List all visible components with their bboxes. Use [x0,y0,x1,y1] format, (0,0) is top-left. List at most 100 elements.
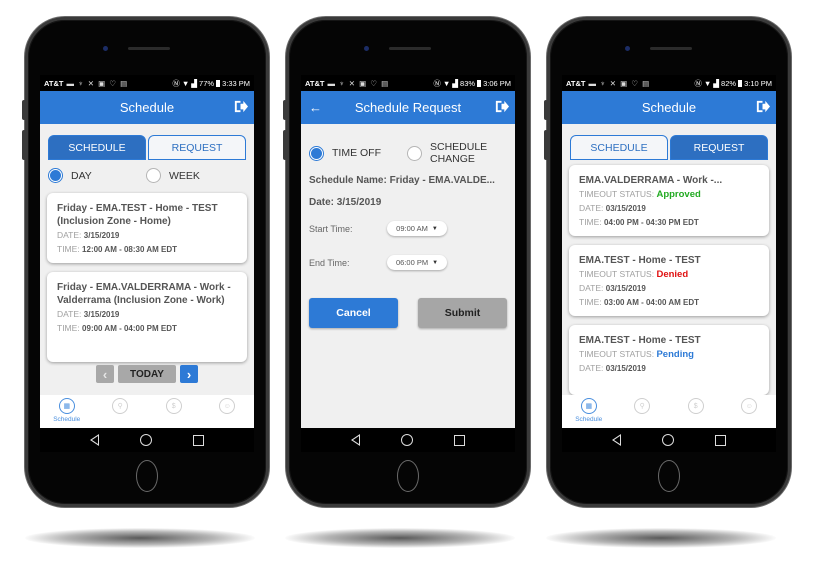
date-value: 3/15/2019 [83,231,120,240]
system-nav [301,428,515,452]
page-title: Schedule [119,100,175,115]
date-label: DATE: [579,363,604,373]
back-nav-icon[interactable] [90,434,100,446]
home-button[interactable] [397,460,419,492]
card-title: Friday - EMA.TEST - Home - TEST (Inclusi… [57,203,218,227]
tabs: SCHEDULE REQUEST [570,135,768,160]
calendar-icon: ▦ [58,398,75,414]
side-button [544,130,548,160]
card-time: TIME: 03:00 AM - 04:00 AM EDT [579,296,759,309]
camera-icon [103,46,108,51]
status-right: Ⓝ ▼ ▟ 83% 3:06 PM [433,78,511,89]
date-label: DATE: [579,203,604,213]
next-button[interactable]: › [180,365,198,383]
schedule-card[interactable]: Friday - EMA.TEST - Home - TEST (Inclusi… [47,193,247,263]
end-time-row: End Time: 06:00 PM ▼ [309,255,507,270]
carrier: AT&T [566,78,586,88]
request-card[interactable]: EMA.VALDERRAMA - Work -... TIMEOUT STATU… [569,165,769,236]
logout-icon[interactable] [494,99,509,114]
tab-schedule[interactable]: SCHEDULE [48,135,146,160]
recents-nav-icon[interactable] [714,434,726,446]
card-time: TIME: 04:00 PM - 04:30 PM EDT [579,216,759,229]
system-nav [40,428,254,452]
end-time-select[interactable]: 06:00 PM ▼ [387,255,447,270]
nav-schedule[interactable]: ▦ Schedule [47,398,87,423]
today-button[interactable]: TODAY [118,365,176,383]
logout-icon[interactable] [233,99,248,114]
wifi-icon: ▼ [442,78,451,88]
profile-icon: ☺ [219,398,236,414]
battery-icon [738,79,743,87]
end-time-value: 06:00 PM [395,258,429,267]
home-nav-icon[interactable] [400,434,413,446]
battery-percent: 83% [460,78,476,88]
cancel-button[interactable]: Cancel [309,298,398,328]
phone-shadow [546,528,776,548]
profile-icon: ☺ [741,398,758,414]
nav-schedule[interactable]: ▦ Schedule [569,398,609,423]
screen: AT&T ▬ ♆ ✕ ▣ ♡ ▤ Ⓝ ▼ ▟ 77% 3:33 PM Sched… [40,75,254,452]
radio-time-off[interactable]: TIME OFF [309,145,407,161]
bottom-nav: ▦ Schedule ⚲ $ ☺ [40,395,254,428]
time-value: 12:00 AM - 08:30 AM EDT [82,245,178,254]
schedule-card[interactable]: Friday - EMA.VALDERRAMA - Work - Valderr… [47,272,247,362]
back-nav-icon[interactable] [351,434,361,446]
nav-payments[interactable]: $ [676,398,716,414]
bottom-nav: ▦ Schedule ⚲ $ ☺ [562,395,776,428]
phone-shadow [285,528,515,548]
recents-nav-icon[interactable] [453,434,465,446]
phone-schedule-request: AT&T ▬ ♆ ✕ ▣ ♡ ▤ Ⓝ ▼ ▟ 83% 3:06 PM ← Sch… [283,17,530,507]
submit-button[interactable]: Submit [418,298,507,328]
radio-schedule-change[interactable]: SCHEDULE CHANGE [407,141,492,165]
request-card[interactable]: EMA.TEST - Home - TEST TIMEOUT STATUS: P… [569,325,769,395]
back-arrow-icon[interactable]: ← [309,100,322,115]
nav-profile[interactable]: ☺ [207,398,247,414]
nav-location[interactable]: ⚲ [622,398,662,414]
status-label: TIMEOUT STATUS: [579,349,655,359]
signal-icon: ▟ [713,78,720,88]
card-time: TIME: 09:00 AM - 04:00 PM EDT [57,322,237,335]
home-button[interactable] [136,460,158,492]
time-label: TIME: [57,323,80,333]
radio-indicator[interactable] [48,168,63,183]
carrier: AT&T [44,78,64,88]
clock: 3:10 PM [744,78,772,88]
prev-button[interactable]: ‹ [96,365,114,383]
side-button [22,100,26,120]
home-button[interactable] [658,460,680,492]
logout-icon[interactable] [755,99,770,114]
clock: 3:33 PM [222,78,250,88]
request-type: TIME OFF SCHEDULE CHANGE [309,141,515,165]
radio-day[interactable]: DAY [48,168,146,183]
card-title: Friday - EMA.VALDERRAMA - Work - Valderr… [57,282,231,306]
home-nav-icon[interactable] [661,434,674,446]
card-time: TIME: 12:00 AM - 08:30 AM EDT [57,243,237,256]
back-nav-icon[interactable] [612,434,622,446]
time-value: 03:00 AM - 04:00 AM EDT [604,298,700,307]
date-label: DATE: [57,230,82,240]
radio-indicator[interactable] [407,145,422,161]
tab-request[interactable]: REQUEST [148,135,246,160]
card-status: TIMEOUT STATUS: Approved [579,188,759,201]
home-nav-icon[interactable] [139,434,152,446]
phone-request-list: AT&T ▬ ♆ ✕ ▣ ♡ ▤ Ⓝ ▼ ▟ 82% 3:10 PM Sched… [544,17,791,507]
clock: 3:06 PM [483,78,511,88]
radio-indicator[interactable] [146,168,161,183]
radio-indicator[interactable] [309,145,324,161]
radio-week[interactable]: WEEK [146,168,200,183]
view-options: DAY WEEK [48,168,254,183]
nav-profile[interactable]: ☺ [729,398,769,414]
start-time-select[interactable]: 09:00 AM ▼ [387,221,447,236]
phone-shadow [25,528,255,548]
nfc-icon: Ⓝ [433,78,441,88]
nfc-icon: Ⓝ [694,78,702,88]
radio-label: DAY [71,169,92,182]
battery-icon [477,79,482,87]
start-time-row: Start Time: 09:00 AM ▼ [309,221,507,236]
recents-nav-icon[interactable] [192,434,204,446]
nav-location[interactable]: ⚲ [100,398,140,414]
tab-schedule[interactable]: SCHEDULE [570,135,668,160]
request-card[interactable]: EMA.TEST - Home - TEST TIMEOUT STATUS: D… [569,245,769,316]
nav-payments[interactable]: $ [154,398,194,414]
tab-request[interactable]: REQUEST [670,135,768,160]
